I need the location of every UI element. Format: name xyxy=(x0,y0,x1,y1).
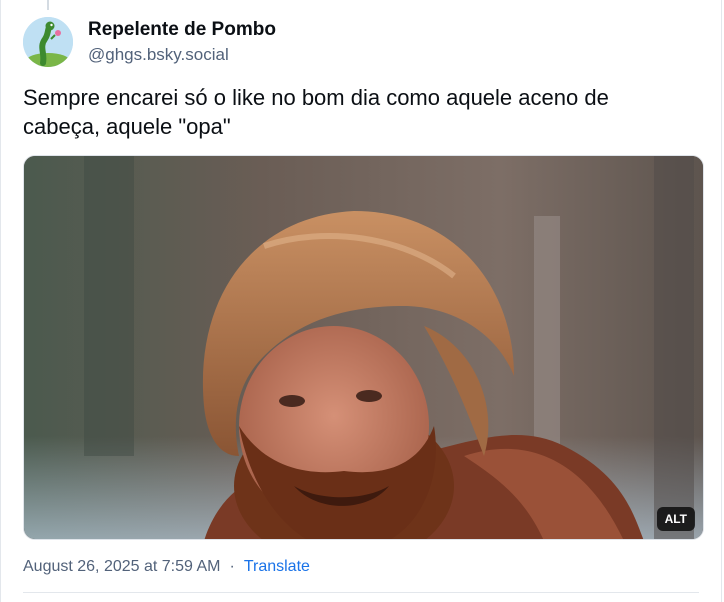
post-image[interactable]: ALT xyxy=(23,155,704,540)
post-container: Repelente de Pombo @ghgs.bsky.social Sem… xyxy=(0,0,722,602)
author-display-name[interactable]: Repelente de Pombo xyxy=(88,18,276,42)
translate-link[interactable]: Translate xyxy=(244,557,310,577)
divider xyxy=(23,592,699,593)
author-handle[interactable]: @ghgs.bsky.social xyxy=(88,44,276,66)
meta-separator: · xyxy=(229,558,235,575)
avatar[interactable] xyxy=(23,17,73,67)
post-meta: August 26, 2025 at 7:59 AM · Translate xyxy=(23,557,310,577)
post-text: Sempre encarei só o like no bom dia como… xyxy=(23,85,609,139)
post-timestamp[interactable]: August 26, 2025 at 7:59 AM xyxy=(23,557,220,577)
thread-line xyxy=(47,0,49,10)
alt-text-button[interactable]: ALT xyxy=(656,507,695,531)
